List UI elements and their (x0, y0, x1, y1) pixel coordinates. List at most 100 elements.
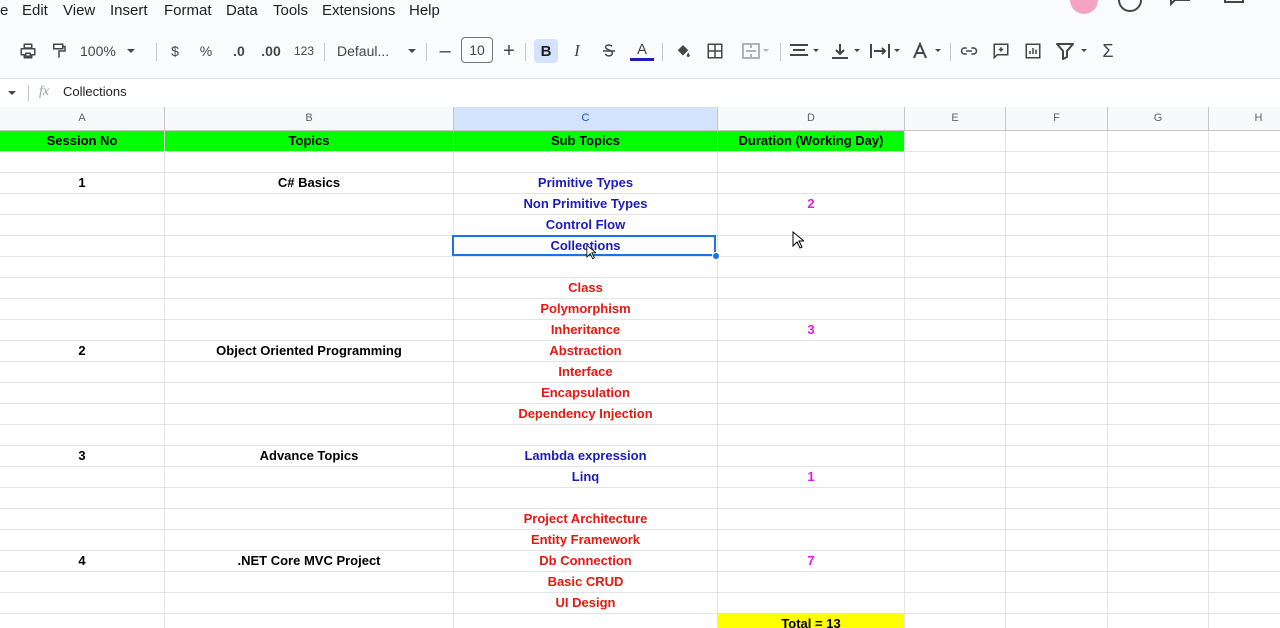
decrease-decimal-button[interactable]: .0 (228, 39, 250, 63)
menu-view[interactable]: View (63, 2, 95, 19)
subtopic-cell[interactable]: Project Architecture (454, 509, 717, 529)
session-number-cell[interactable] (0, 614, 164, 628)
font-select[interactable]: Defaul... (337, 39, 417, 63)
history-icon[interactable] (1118, 0, 1142, 12)
print-icon[interactable] (17, 39, 39, 63)
duration-cell[interactable] (718, 173, 904, 193)
topic-cell[interactable] (165, 320, 453, 340)
duration-cell[interactable] (718, 530, 904, 550)
duration-cell[interactable]: 1 (718, 467, 904, 487)
header-cell-c[interactable]: Sub Topics (454, 131, 717, 151)
duration-cell[interactable] (718, 383, 904, 403)
topic-cell[interactable] (165, 257, 453, 277)
topic-cell[interactable] (165, 152, 453, 172)
header-cell-d[interactable]: Duration (Working Day) (718, 131, 904, 151)
topic-cell[interactable] (165, 425, 453, 445)
topic-cell[interactable]: Object Oriented Programming (165, 341, 453, 361)
session-number-cell[interactable]: 4 (0, 551, 164, 571)
duration-cell[interactable] (718, 593, 904, 613)
session-number-cell[interactable] (0, 320, 164, 340)
column-header-h[interactable]: H (1209, 107, 1280, 130)
duration-cell[interactable] (718, 572, 904, 592)
bold-button[interactable]: B (534, 39, 558, 63)
text-color-button[interactable]: A (629, 39, 655, 63)
session-number-cell[interactable] (0, 530, 164, 550)
column-header-g[interactable]: G (1108, 107, 1209, 130)
fill-handle[interactable] (712, 252, 720, 260)
session-number-cell[interactable]: 3 (0, 446, 164, 466)
fill-color-icon[interactable] (672, 39, 694, 63)
topic-cell[interactable] (165, 278, 453, 298)
menu-insert[interactable]: Insert (110, 2, 148, 19)
column-header-b[interactable]: B (165, 107, 454, 130)
header-cell-a[interactable]: Session No (0, 131, 164, 151)
column-header-a[interactable]: A (0, 107, 165, 130)
session-number-cell[interactable] (0, 383, 164, 403)
topic-cell[interactable] (165, 530, 453, 550)
session-number-cell[interactable] (0, 404, 164, 424)
column-header-c[interactable]: C (454, 107, 718, 130)
session-number-cell[interactable] (0, 488, 164, 508)
session-number-cell[interactable] (0, 572, 164, 592)
subtopic-cell[interactable] (454, 614, 717, 628)
subtopic-cell[interactable]: Abstraction (454, 341, 717, 361)
subtopic-cell[interactable] (454, 488, 717, 508)
column-header-e[interactable]: E (905, 107, 1006, 130)
duration-cell[interactable]: 2 (718, 194, 904, 214)
session-number-cell[interactable] (0, 278, 164, 298)
subtopic-cell[interactable]: Db Connection (454, 551, 717, 571)
topic-cell[interactable]: C# Basics (165, 173, 453, 193)
functions-icon[interactable]: Σ (1098, 39, 1118, 63)
menu-help[interactable]: Help (409, 2, 440, 19)
session-number-cell[interactable]: 1 (0, 173, 164, 193)
session-number-cell[interactable] (0, 299, 164, 319)
topic-cell[interactable] (165, 509, 453, 529)
name-box-dropdown-icon[interactable] (7, 88, 17, 98)
subtopic-cell[interactable]: Interface (454, 362, 717, 382)
duration-cell[interactable] (718, 299, 904, 319)
duration-cell[interactable] (718, 362, 904, 382)
subtopic-cell[interactable]: Polymorphism (454, 299, 717, 319)
topic-cell[interactable] (165, 194, 453, 214)
duration-cell[interactable] (718, 341, 904, 361)
menu-extensions[interactable]: Extensions (322, 2, 395, 19)
session-number-cell[interactable] (0, 215, 164, 235)
menu-data[interactable]: Data (226, 2, 258, 19)
subtopic-cell[interactable]: Lambda expression (454, 446, 717, 466)
menu-edit[interactable]: Edit (22, 2, 48, 19)
subtopic-cell[interactable]: Basic CRUD (454, 572, 717, 592)
total-cell[interactable]: Total = 13 (718, 614, 904, 628)
insert-link-icon[interactable] (958, 39, 980, 63)
subtopic-cell[interactable]: Control Flow (454, 215, 717, 235)
session-number-cell[interactable] (0, 425, 164, 445)
session-number-cell[interactable] (0, 509, 164, 529)
topic-cell[interactable] (165, 593, 453, 613)
subtopic-cell[interactable]: Entity Framework (454, 530, 717, 550)
duration-cell[interactable] (718, 509, 904, 529)
topic-cell[interactable]: .NET Core MVC Project (165, 551, 453, 571)
format-percent-button[interactable]: % (197, 39, 215, 63)
topic-cell[interactable] (165, 299, 453, 319)
formula-input[interactable]: Collections (63, 84, 127, 99)
italic-button[interactable]: I (566, 39, 588, 63)
duration-cell[interactable] (718, 152, 904, 172)
duration-cell[interactable] (718, 236, 904, 256)
topic-cell[interactable] (165, 404, 453, 424)
topic-cell[interactable]: Advance Topics (165, 446, 453, 466)
topic-cell[interactable] (165, 215, 453, 235)
session-number-cell[interactable] (0, 467, 164, 487)
topic-cell[interactable] (165, 362, 453, 382)
subtopic-cell[interactable] (454, 257, 717, 277)
topic-cell[interactable] (165, 488, 453, 508)
subtopic-cell[interactable]: Linq (454, 467, 717, 487)
header-cell-b[interactable]: Topics (165, 131, 453, 151)
duration-cell[interactable]: 7 (718, 551, 904, 571)
subtopic-cell[interactable]: Inheritance (454, 320, 717, 340)
borders-icon[interactable] (704, 39, 726, 63)
column-header-d[interactable]: D (718, 107, 905, 130)
spreadsheet-grid[interactable]: Session No Topics Sub Topics Duration (Work… (0, 131, 1280, 628)
topic-cell[interactable] (165, 572, 453, 592)
filter-icon[interactable] (1054, 39, 1090, 63)
duration-cell[interactable] (718, 488, 904, 508)
increase-decimal-button[interactable]: .00 (259, 39, 283, 63)
